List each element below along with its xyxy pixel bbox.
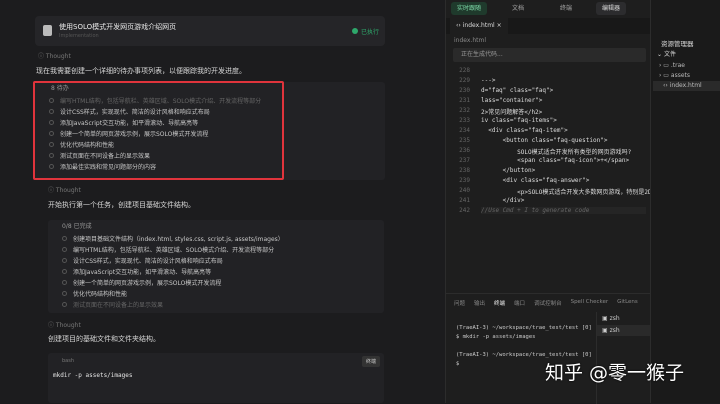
code-line: iv class="faq-items"> (481, 117, 557, 124)
terminal-line: $ mkdir -p assets/images (456, 334, 536, 340)
explorer-title: 资源管理器 (661, 40, 694, 48)
panel-tab[interactable]: 终端 (494, 299, 505, 307)
explorer-panel: 资源管理器 ⌄ 文件 › ▭ .trae › ▭ assets ‹› index… (650, 0, 720, 403)
panel-tabs: 问题 输出 终端 端口 调试控制台 Spell Checker GitLens (454, 299, 638, 307)
thought-label[interactable]: ⓘ Thought (48, 320, 81, 329)
todo-header[interactable]: 0/8 已完成 (48, 220, 384, 233)
code-line: <span class="faq-icon">+</span> (481, 157, 630, 164)
todo-item[interactable]: 添加JavaScript交互功能，如平滑滚动、导航高亮等 (48, 266, 384, 277)
line-number: 236 (459, 147, 470, 154)
line-number: 239 (459, 177, 470, 184)
folder-assets[interactable]: › ▭ assets (659, 71, 690, 81)
editor-tabbar: ‹› index.html × (446, 18, 651, 34)
line-number: 231 (459, 97, 470, 104)
folder-trae[interactable]: › ▭ .trae (659, 61, 685, 71)
panel-tab[interactable]: 问题 (454, 299, 465, 307)
code-line: <button class="faq-question"> (481, 137, 608, 144)
line-number: 232 (459, 107, 470, 114)
message-3: 创建项目的基础文件和文件夹结构。 (48, 335, 160, 343)
todo-item[interactable]: 优化代码结构和性能 (48, 288, 384, 299)
code-editor[interactable]: 228 229 ---> 230 d="faq" class="faq"> 231 lass… (446, 67, 652, 222)
thought-label[interactable]: ⓘ Thought (38, 51, 71, 60)
terminal-line: (TraeAI-3) ~/workspace/trae_test/test [0… (456, 325, 592, 331)
tab-terminal[interactable]: 终端 (554, 2, 578, 15)
panel-tab[interactable]: Spell Checker (571, 299, 609, 307)
message-2: 开始执行第一个任务，创建项目基础文件结构。 (48, 201, 195, 209)
chat-panel: 使用SOLO模式开发网页游戏介绍网页 Implementation 已执行 ⓘ … (0, 0, 445, 403)
tab-live-follow[interactable]: 实时跟随 (451, 2, 488, 15)
code-block: bash 终端 mkdir -p assets/images (48, 353, 384, 403)
code-line: lass="container"> (481, 97, 543, 104)
line-number: 241 (459, 197, 470, 204)
watermark: 知乎 @零一猴子 (545, 362, 685, 384)
task-title: 使用SOLO模式开发网页游戏介绍网页 (59, 23, 177, 31)
message-1: 现在我需要创建一个详细的待办事项列表，以便跟踪我的开发进度。 (36, 67, 246, 75)
line-number: 230 (459, 87, 470, 94)
tab-editor[interactable]: 编辑器 (596, 2, 627, 15)
line-number: 233 (459, 117, 470, 124)
todo-item[interactable]: 创建一个简单的网页游戏示例，展示SOLO模式开发流程 (48, 277, 384, 288)
generating-status: 正在生成代码... (453, 48, 646, 62)
code-line: <p>SOLO模式适合开发大多数网页游戏，特别是2D (481, 189, 652, 196)
line-number: 242 (459, 207, 470, 214)
todo-item[interactable]: 创建项目基础文件结构（index.html, styles.css, scrip… (48, 233, 384, 244)
line-number: 229 (459, 77, 470, 84)
code-line: <div class="faq-item"> (481, 127, 568, 134)
explorer-section[interactable]: ⌄ 文件 (657, 50, 676, 60)
code-line: <div class="faq-answer"> (481, 177, 590, 184)
document-icon (43, 25, 52, 36)
file-index-html[interactable]: ‹› index.html (653, 81, 720, 91)
panel-tab[interactable]: 端口 (514, 299, 525, 307)
highlight-box (33, 81, 284, 180)
line-number: 240 (459, 187, 470, 194)
code-line: d="faq" class="faq"> (481, 87, 554, 94)
terminal-session[interactable]: ▣ zsh (597, 312, 651, 325)
panel-tab[interactable]: 输出 (474, 299, 485, 307)
line-number: 235 (459, 137, 470, 144)
thought-label[interactable]: ⓘ Thought (48, 185, 81, 194)
code-line: ---> (481, 77, 496, 84)
code-lang: bash (62, 358, 75, 364)
line-number: 237 (459, 157, 470, 164)
todo-list-2: 0/8 已完成 创建项目基础文件结构（index.html, styles.cs… (48, 220, 384, 313)
tab-docs[interactable]: 文档 (506, 2, 530, 15)
todo-item[interactable]: 编写HTML结构，包括导航栏、英雄区域、SOLO模式介绍、开发流程等部分 (48, 244, 384, 255)
todo-item[interactable]: 设计CSS样式，实现现代、简洁的设计风格和响应式布局 (48, 255, 384, 266)
editor-area: 实时跟随 文档 终端 编辑器 ‹› index.html × index.htm… (445, 0, 652, 404)
task-subtitle: Implementation (59, 33, 99, 39)
panel-tab[interactable]: 调试控制台 (534, 299, 562, 307)
line-number: 234 (459, 127, 470, 134)
run-in-terminal-button[interactable]: 终端 (361, 356, 380, 367)
todo-item[interactable]: 测试页面在不同设备上的显示效果 (48, 299, 384, 310)
code-command: mkdir -p assets/images (53, 372, 133, 379)
breadcrumb[interactable]: index.html (454, 37, 486, 44)
code-line: 2>常见问题解答</h2> (481, 109, 543, 116)
code-line: //Use Cmd + I to generate code (481, 207, 646, 214)
line-number: 228 (459, 67, 470, 74)
status-badge: 已执行 (351, 27, 379, 36)
code-line: </button> (481, 167, 536, 174)
line-number: 238 (459, 167, 470, 174)
file-tab-index[interactable]: ‹› index.html × (450, 18, 508, 34)
task-card[interactable]: 使用SOLO模式开发网页游戏介绍网页 Implementation 已执行 (35, 16, 385, 46)
code-line: SOLO模式适合开发所有类型的网页游戏吗? (481, 149, 632, 156)
panel-tab[interactable]: GitLens (617, 299, 638, 307)
code-line: </div> (481, 197, 525, 204)
terminal-session[interactable]: ▣ zsh (597, 325, 651, 336)
bottom-panel: 问题 输出 终端 端口 调试控制台 Spell Checker GitLens (TraeA… (446, 293, 651, 404)
